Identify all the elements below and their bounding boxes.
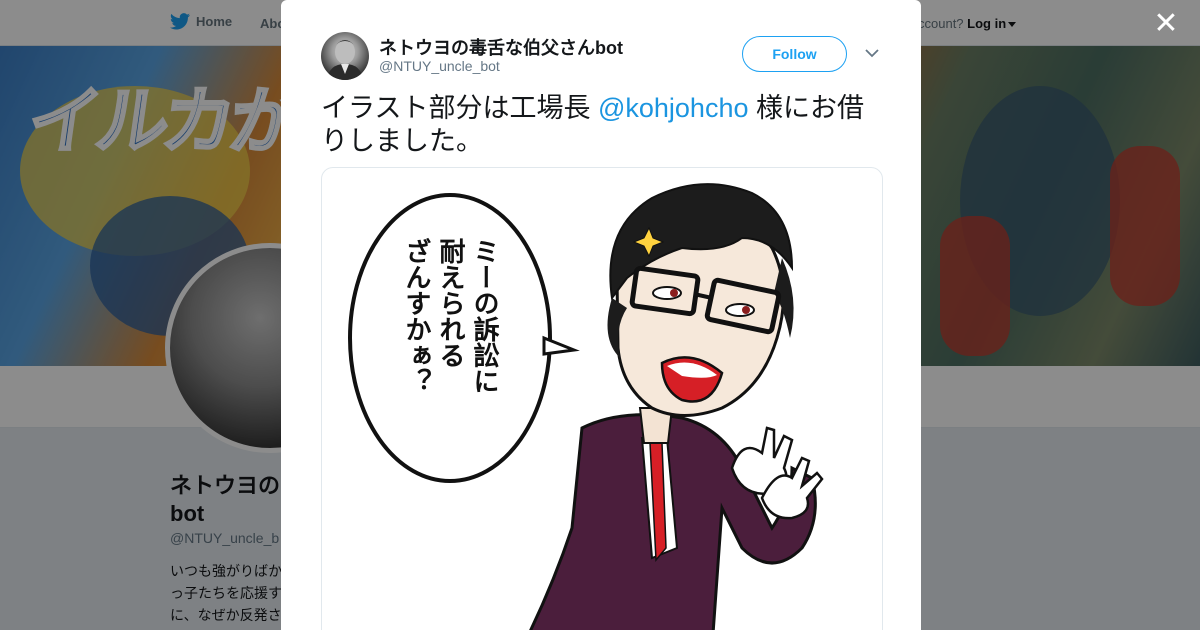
author-name[interactable]: ネトウヨの毒舌な伯父さんbot — [379, 34, 623, 60]
author-handle[interactable]: @NTUY_uncle_bot — [379, 58, 500, 74]
close-icon[interactable]: ✕ — [1150, 8, 1182, 40]
chevron-down-icon[interactable] — [865, 46, 879, 60]
tweet-modal: ネトウヨの毒舌な伯父さんbot @NTUY_uncle_bot Follow イ… — [281, 0, 921, 630]
mention-link[interactable]: @kohjohcho — [598, 93, 749, 123]
cartoon-illustration: ミーの訴訟に 耐えられる ざんすかぁ？ — [348, 183, 824, 630]
author-avatar[interactable] — [321, 32, 369, 80]
speech-line-2: 耐えられる — [435, 238, 465, 368]
follow-button[interactable]: Follow — [742, 36, 847, 72]
tweet-image[interactable]: ミーの訴訟に 耐えられる ざんすかぁ？ — [321, 167, 883, 630]
speech-line-1: ミーの訴訟に — [469, 238, 499, 394]
tweet-text-before: イラスト部分は工場長 — [321, 93, 598, 123]
tweet-text: イラスト部分は工場長 @kohjohcho 様にお借りしました。 — [321, 92, 886, 158]
speech-line-3: ざんすかぁ？ — [401, 237, 431, 394]
